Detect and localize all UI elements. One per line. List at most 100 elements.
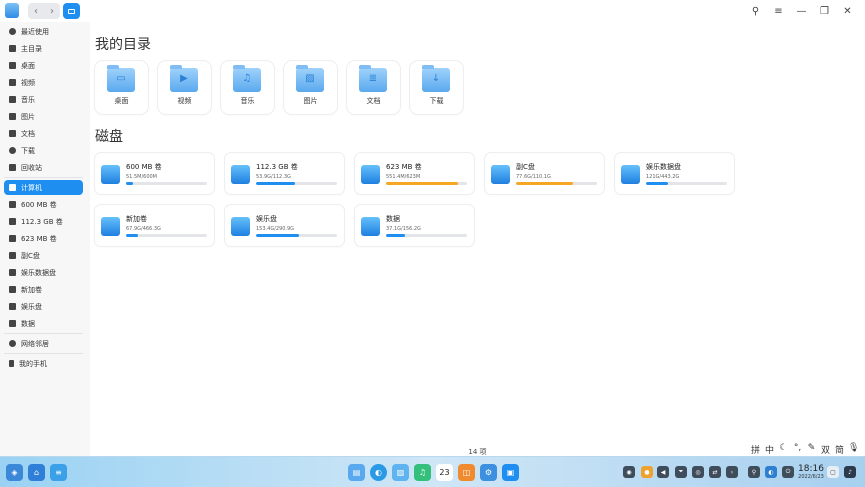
ime-double-width[interactable]: 双 bbox=[820, 443, 831, 456]
notification-shield-icon[interactable]: ◎ bbox=[692, 466, 704, 478]
tray-app-icon[interactable]: ◉ bbox=[623, 466, 635, 478]
sidebar-item-drive-112gb[interactable]: 112.3 GB 卷 bbox=[4, 214, 83, 229]
minimize-icon[interactable]: — bbox=[790, 0, 813, 22]
disk-card[interactable]: 新加卷 67.9G/466.3G bbox=[95, 205, 214, 246]
notification-bell-icon[interactable]: ♪ bbox=[844, 466, 856, 478]
disk-card[interactable]: 600 MB 卷 51.5M/600M bbox=[95, 153, 214, 194]
download-icon bbox=[9, 147, 16, 154]
clock-date: 2022/6/23 bbox=[798, 474, 824, 480]
sidebar-item-pictures[interactable]: 图片 bbox=[4, 109, 83, 124]
disk-name: 娱乐盘 bbox=[256, 215, 277, 223]
disk-card[interactable]: 娱乐数据盘 121G/443.2G bbox=[615, 153, 734, 194]
document-icon bbox=[9, 130, 16, 137]
folder-label: 文档 bbox=[366, 97, 381, 105]
ime-pinyin-icon[interactable]: 拼 bbox=[750, 443, 761, 456]
sidebar-item-desktop[interactable]: 桌面 bbox=[4, 58, 83, 73]
sidebar-item-trash[interactable]: 回收站 bbox=[4, 160, 83, 175]
view-mode-button[interactable] bbox=[63, 3, 80, 19]
search-icon[interactable]: ⚲ bbox=[744, 0, 767, 22]
ime-handwriting-icon[interactable]: ✎ bbox=[806, 443, 817, 456]
expand-tray-icon[interactable]: › bbox=[726, 466, 738, 478]
sidebar-item-label: 主目录 bbox=[21, 44, 42, 53]
desktop-folder-icon: ▭ bbox=[107, 65, 135, 92]
file-manager-dock-icon[interactable]: ▤ bbox=[348, 464, 365, 481]
folder-pictures[interactable]: ▨ 图片 bbox=[284, 61, 337, 114]
disk-card[interactable]: 623 MB 卷 551.4M/623M bbox=[355, 153, 474, 194]
network-transfer-icon[interactable]: ⇄ bbox=[709, 466, 721, 478]
multitask-view-icon[interactable]: ◈ bbox=[6, 464, 23, 481]
disk-usage-fill bbox=[386, 182, 459, 185]
sidebar-item-drive-623mb[interactable]: 623 MB 卷 bbox=[4, 231, 83, 246]
sidebar-item-recent[interactable]: 最近使用 bbox=[4, 24, 83, 39]
clock[interactable]: 18:16 2022/6/23 bbox=[797, 464, 825, 481]
music-folder-icon: ♫ bbox=[233, 65, 261, 92]
disk-usage-bar bbox=[646, 182, 727, 185]
sidebar-item-music[interactable]: 音乐 bbox=[4, 92, 83, 107]
file-manager-logo-icon bbox=[5, 3, 19, 18]
sidebar-item-video[interactable]: 视频 bbox=[4, 75, 83, 90]
sidebar-item-drive-data[interactable]: 数据 bbox=[4, 316, 83, 331]
disk-card[interactable]: 副C盘 77.6G/110.1G bbox=[485, 153, 604, 194]
folder-music[interactable]: ♫ 音乐 bbox=[221, 61, 274, 114]
sidebar-item-label: 623 MB 卷 bbox=[21, 234, 57, 243]
drive-icon bbox=[9, 286, 16, 293]
sidebar-item-drive-entertainment-data[interactable]: 娱乐数据盘 bbox=[4, 265, 83, 280]
ime-moon-icon[interactable]: ☾ bbox=[778, 443, 789, 456]
drive-icon bbox=[231, 165, 250, 184]
ime-chinese-mode[interactable]: 中 bbox=[764, 443, 775, 456]
tray-orange-app-icon[interactable]: ● bbox=[641, 466, 653, 478]
drive-icon bbox=[9, 235, 16, 242]
screenshot-tool-icon[interactable]: ▣ bbox=[502, 464, 519, 481]
sidebar-item-drive-new-volume[interactable]: 新加卷 bbox=[4, 282, 83, 297]
drive-icon bbox=[361, 165, 380, 184]
image-viewer-icon[interactable]: ▨ bbox=[392, 464, 409, 481]
disk-card[interactable]: 112.3 GB 卷 53.9G/112.3G bbox=[225, 153, 344, 194]
ime-punctuation-icon[interactable]: °, bbox=[792, 443, 803, 456]
sidebar-item-drive-600mb[interactable]: 600 MB 卷 bbox=[4, 197, 83, 212]
notes-icon[interactable]: ≡ bbox=[50, 464, 67, 481]
ime-microphone-icon[interactable]: 🎙 bbox=[848, 443, 859, 456]
disk-usage-fill bbox=[256, 182, 295, 185]
restore-icon[interactable]: ❐ bbox=[813, 0, 836, 22]
settings-gear-icon[interactable]: ⚙ bbox=[480, 464, 497, 481]
folder-desktop[interactable]: ▭ 桌面 bbox=[95, 61, 148, 114]
usb-icon[interactable]: ⏷ bbox=[675, 466, 687, 478]
disk-usage-text: 37.1G/156.2G bbox=[386, 226, 421, 232]
sidebar-item-drive-entertainment[interactable]: 娱乐盘 bbox=[4, 299, 83, 314]
folder-video[interactable]: ▶ 视频 bbox=[158, 61, 211, 114]
search-tray-icon[interactable]: ⚲ bbox=[748, 466, 760, 478]
launcher-home-icon[interactable]: ⌂ bbox=[28, 464, 45, 481]
sidebar-item-drive-sub-c[interactable]: 副C盘 bbox=[4, 248, 83, 263]
calendar-icon[interactable]: 23 bbox=[436, 464, 453, 481]
desktop-toggle-icon[interactable]: ▢ bbox=[827, 466, 839, 478]
disk-usage-fill bbox=[256, 234, 299, 237]
volume-icon[interactable]: ◀ bbox=[657, 466, 669, 478]
disk-card[interactable]: 数据 37.1G/156.2G bbox=[355, 205, 474, 246]
close-icon[interactable]: ✕ bbox=[836, 0, 859, 22]
clock-icon bbox=[9, 28, 16, 35]
input-method-toolbar: 拼 中 ☾ °, ✎ 双 简 🎙 bbox=[750, 443, 859, 456]
sidebar-item-home[interactable]: 主目录 bbox=[4, 41, 83, 56]
video-icon bbox=[9, 79, 16, 86]
sidebar-item-computer[interactable]: 计算机 bbox=[4, 180, 83, 195]
ime-simplified[interactable]: 简 bbox=[834, 443, 845, 456]
assistant-icon[interactable]: ◐ bbox=[765, 466, 777, 478]
back-button[interactable]: ‹ bbox=[28, 3, 44, 19]
app-store-icon[interactable]: ◫ bbox=[458, 464, 475, 481]
power-icon[interactable]: ⏻ bbox=[782, 466, 794, 478]
browser-icon[interactable]: ◐ bbox=[370, 464, 387, 481]
folder-downloads[interactable]: ↓ 下载 bbox=[410, 61, 463, 114]
menu-icon[interactable]: ≡ bbox=[767, 0, 790, 22]
music-player-icon[interactable]: ♫ bbox=[414, 464, 431, 481]
folder-documents[interactable]: ≣ 文档 bbox=[347, 61, 400, 114]
forward-button[interactable]: › bbox=[44, 3, 60, 19]
disk-usage-bar bbox=[386, 234, 467, 237]
sidebar-item-documents[interactable]: 文档 bbox=[4, 126, 83, 141]
sidebar-item-downloads[interactable]: 下载 bbox=[4, 143, 83, 158]
disk-usage-bar bbox=[126, 234, 207, 237]
sidebar-item-phone[interactable]: 我的手机 bbox=[4, 356, 83, 371]
disk-name: 新加卷 bbox=[126, 215, 147, 223]
sidebar-item-network[interactable]: 网络邻居 bbox=[4, 336, 83, 351]
disk-card[interactable]: 娱乐盘 153.4G/290.9G bbox=[225, 205, 344, 246]
disk-usage-text: 551.4M/623M bbox=[386, 174, 421, 180]
